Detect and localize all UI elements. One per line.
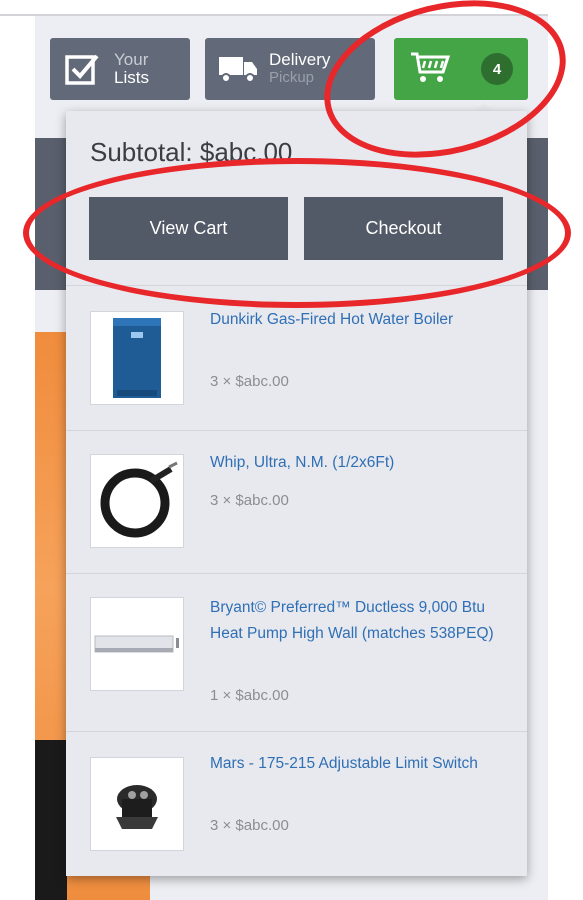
product-quantity-price: 1 × $abc.00	[210, 687, 289, 704]
cart-button[interactable]: 4	[394, 38, 528, 100]
hero-banner-shadow	[35, 740, 67, 900]
delivery-line1: Delivery	[269, 50, 331, 69]
your-lists-line2: Lists	[114, 68, 149, 87]
cart-count-badge: 4	[481, 53, 513, 85]
your-lists-button[interactable]: Your Lists	[50, 38, 190, 100]
cart-item: Whip, Ultra, N.M. (1/2x6Ft) 3 × $abc.00	[66, 430, 527, 573]
cart-icon	[409, 50, 453, 89]
truck-icon	[217, 49, 259, 89]
cart-dropdown: Subtotal: $abc.00 View Cart Checkout Dun…	[66, 111, 527, 876]
product-thumbnail-boiler[interactable]	[90, 311, 184, 405]
cart-subtotal: Subtotal: $abc.00	[90, 137, 293, 167]
delivery-pickup-button[interactable]: Delivery Pickup	[205, 38, 375, 100]
product-quantity-price: 3 × $abc.00	[210, 373, 289, 390]
your-lists-line1: Your	[114, 50, 149, 69]
checkbox-icon	[62, 49, 104, 89]
product-thumbnail-limit-switch[interactable]	[90, 757, 184, 851]
cart-item: Dunkirk Gas-Fired Hot Water Boiler 3 × $…	[66, 285, 527, 430]
top-border	[0, 0, 548, 16]
delivery-line2: Pickup	[269, 69, 315, 86]
product-thumbnail-heat-pump[interactable]	[90, 597, 184, 691]
product-title-link[interactable]: Whip, Ultra, N.M. (1/2x6Ft)	[210, 450, 500, 476]
cart-item: Mars - 175-215 Adjustable Limit Switch 3…	[66, 731, 527, 876]
cart-item: Bryant© Preferred™ Ductless 9,000 Btu He…	[66, 573, 527, 731]
product-quantity-price: 3 × $abc.00	[210, 817, 289, 834]
view-cart-button[interactable]: View Cart	[89, 197, 288, 260]
product-title-link[interactable]: Mars - 175-215 Adjustable Limit Switch	[210, 751, 500, 777]
product-quantity-price: 3 × $abc.00	[210, 492, 289, 509]
product-title-link[interactable]: Bryant© Preferred™ Ductless 9,000 Btu He…	[210, 595, 500, 647]
product-thumbnail-whip[interactable]	[90, 454, 184, 548]
product-title-link[interactable]: Dunkirk Gas-Fired Hot Water Boiler	[210, 307, 500, 333]
checkout-button[interactable]: Checkout	[304, 197, 503, 260]
